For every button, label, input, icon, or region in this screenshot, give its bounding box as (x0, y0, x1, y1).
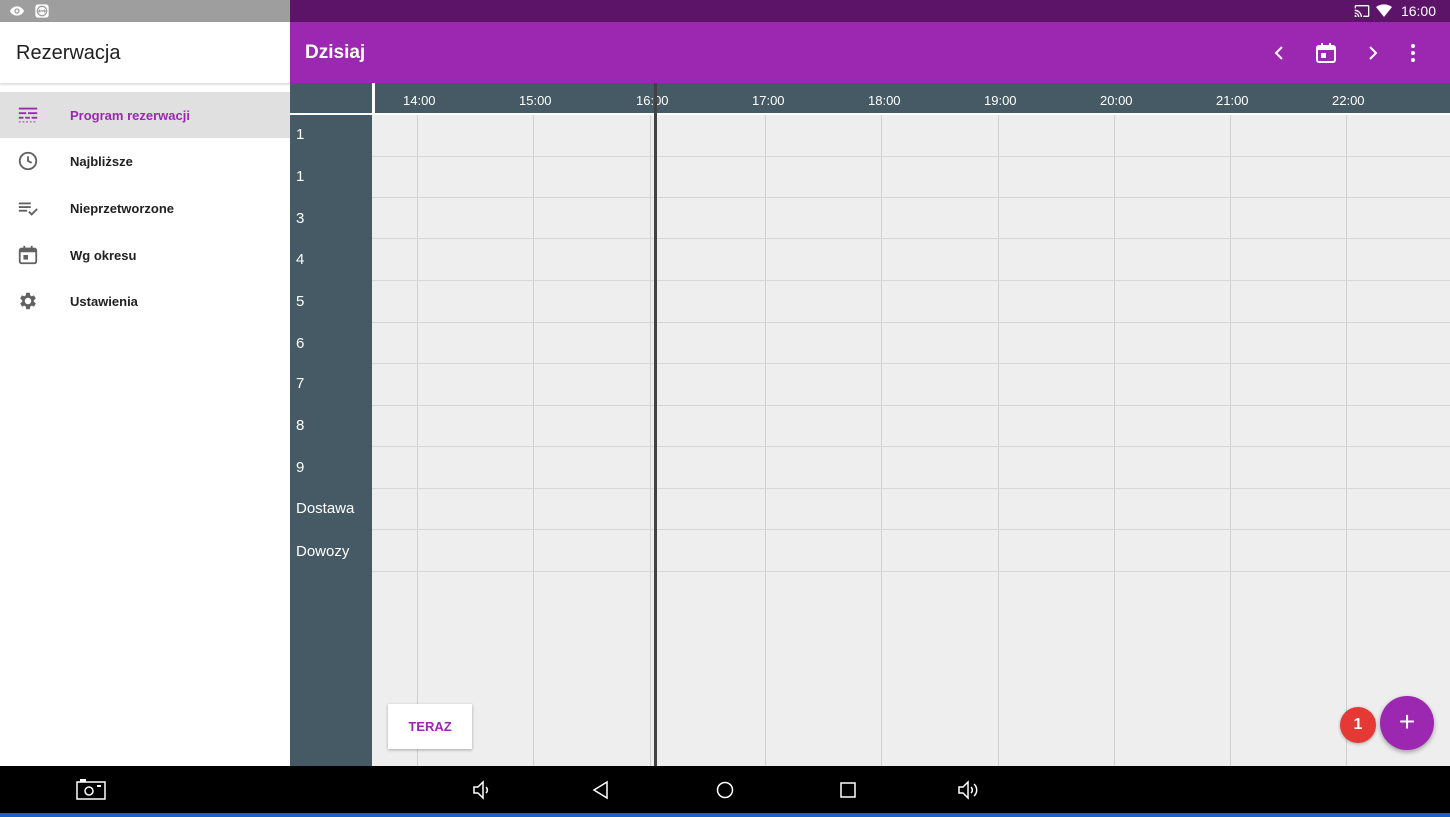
row-label: 7 (296, 375, 305, 392)
status-bar-right: 16:00 (290, 0, 1450, 22)
grid-line (372, 529, 1450, 530)
drawer-item-ustawienia[interactable]: Ustawienia (0, 278, 290, 324)
calendar-today-icon[interactable] (1314, 41, 1338, 65)
hour-label: 21:00 (1216, 93, 1249, 108)
gear-icon (20, 292, 36, 310)
grid-line (372, 322, 1450, 323)
drawer-item-label: Program rezerwacji (70, 107, 190, 123)
grid-line (1114, 115, 1115, 766)
status-bar-left (0, 0, 290, 22)
row-label: 1 (296, 168, 305, 185)
calendar-icon (18, 245, 38, 265)
timeline-header: 14:00 15:00 16:00 17:00 18:00 19:00 20:0… (290, 83, 1450, 113)
drawer-title: Rezerwacja (0, 22, 290, 84)
chevron-left-icon[interactable] (1267, 41, 1291, 65)
row-label: Dowozy (296, 543, 350, 560)
grid-line (1230, 115, 1231, 766)
status-time: 16:00 (1400, 3, 1436, 19)
schedule-grid-icon (18, 107, 38, 123)
row-label: 1 (296, 126, 305, 143)
cast-icon (1354, 5, 1370, 17)
grid-line (1346, 115, 1347, 766)
drawer-item-wg-okresu[interactable]: Wg okresu (0, 232, 290, 278)
hour-label: 17:00 (752, 93, 785, 108)
grid-line (372, 197, 1450, 198)
teamviewer-icon (35, 4, 49, 18)
row-label: 4 (296, 251, 305, 268)
recents-icon[interactable] (836, 778, 860, 802)
drawer-item-nieprzetworzone[interactable]: Nieprzetworzone (0, 185, 290, 231)
hour-label: 20:00 (1100, 93, 1133, 108)
drawer-item-najblizsze[interactable]: Najbliższe (0, 138, 290, 184)
drawer-item-label: Wg okresu (70, 247, 137, 263)
row-label: 5 (296, 293, 305, 310)
row-label: 6 (296, 335, 305, 352)
schedule-grid[interactable] (372, 113, 1450, 766)
eye-icon (10, 6, 24, 16)
grid-line (372, 488, 1450, 489)
home-icon[interactable] (713, 778, 737, 802)
navigation-drawer: Rezerwacja Program rezerwacji Najbliższe… (0, 22, 290, 766)
drawer-item-label: Nieprzetworzone (70, 200, 175, 216)
grid-line (372, 571, 1450, 572)
page-title: Dzisiaj (305, 42, 366, 63)
header-divider (372, 83, 375, 113)
grid-line (372, 363, 1450, 364)
back-icon[interactable] (589, 778, 613, 802)
clock-icon (18, 151, 38, 171)
row-label: Dostawa (296, 500, 355, 517)
list-check-icon (18, 202, 38, 216)
hour-label: 16:00 (636, 93, 669, 108)
screenshot-icon[interactable] (76, 778, 106, 802)
row-label: 9 (296, 459, 305, 476)
grid-line (372, 238, 1450, 239)
hour-label: 19:00 (984, 93, 1017, 108)
grid-line (372, 405, 1450, 406)
bottom-strip (0, 813, 1450, 817)
grid-line (533, 115, 534, 766)
grid-line (998, 115, 999, 766)
row-label: 8 (296, 417, 305, 434)
grid-line (650, 115, 651, 766)
volume-down-icon[interactable] (470, 778, 494, 802)
hour-label: 14:00 (403, 93, 436, 108)
drawer-item-label: Ustawienia (70, 293, 138, 309)
drawer-item-program-rezerwacji[interactable]: Program rezerwacji (0, 92, 290, 138)
grid-line (372, 156, 1450, 157)
add-reservation-button[interactable]: + (1380, 696, 1434, 750)
grid-line (881, 115, 882, 766)
grid-line (417, 115, 418, 766)
current-time-indicator (654, 83, 657, 766)
app-bar: Dzisiaj (290, 22, 1450, 83)
grid-line (765, 115, 766, 766)
resource-column: 1 1 3 4 5 6 7 8 9 Dostawa Dowozy (290, 113, 372, 766)
row-label: 3 (296, 210, 305, 227)
volume-up-icon[interactable] (956, 778, 980, 802)
drawer-item-label: Najbliższe (70, 153, 133, 169)
grid-line (372, 280, 1450, 281)
now-button[interactable]: TERAZ (388, 704, 472, 749)
more-vert-icon[interactable] (1401, 41, 1425, 65)
grid-line (372, 446, 1450, 447)
system-nav-bar (0, 766, 1450, 813)
chevron-right-icon[interactable] (1361, 41, 1385, 65)
hour-label: 22:00 (1332, 93, 1365, 108)
hour-label: 15:00 (519, 93, 552, 108)
wifi-icon (1376, 4, 1392, 17)
hour-label: 18:00 (868, 93, 901, 108)
notification-badge[interactable]: 1 (1340, 707, 1376, 743)
